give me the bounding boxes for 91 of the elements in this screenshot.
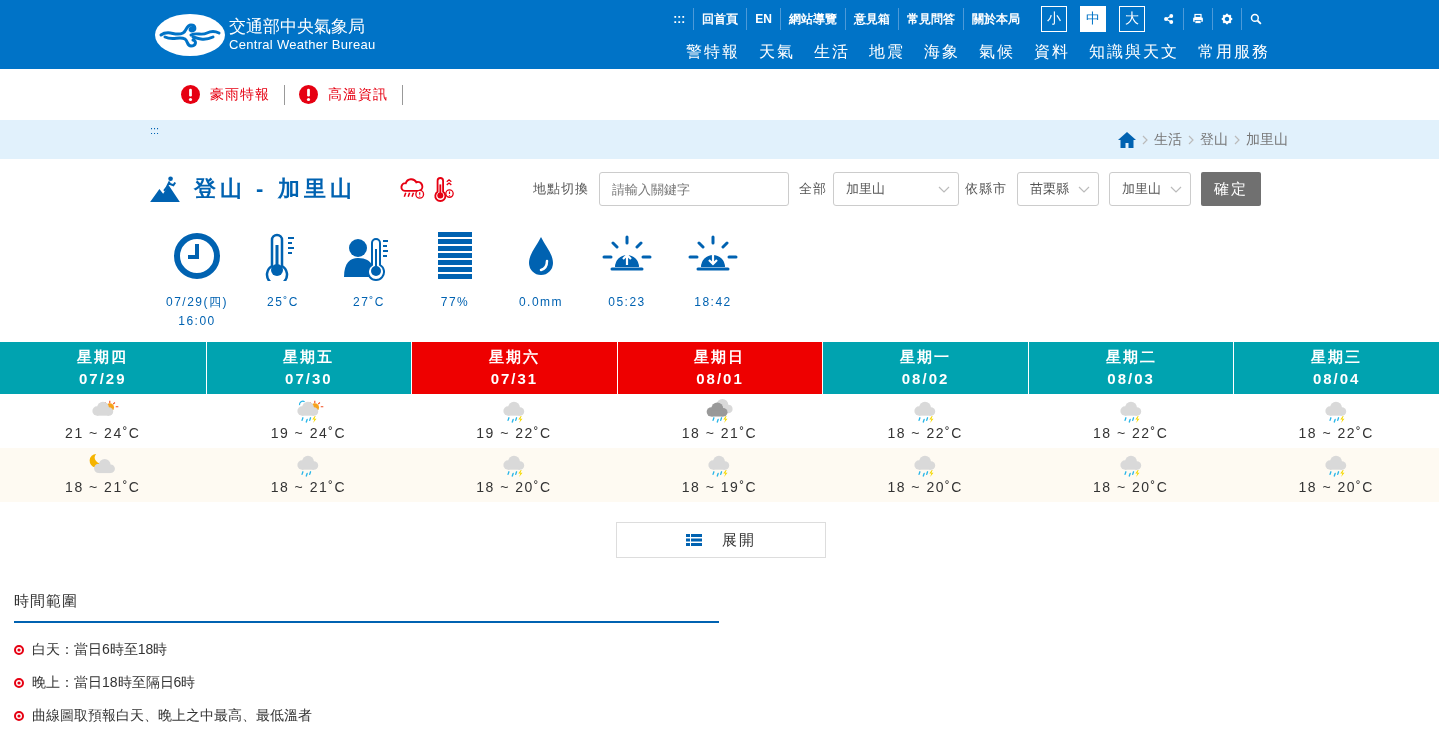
day-header: 星期三 08/04 bbox=[1233, 342, 1439, 394]
breadcrumb-link[interactable]: 登山 bbox=[1200, 130, 1228, 149]
location-select[interactable]: 加里山 bbox=[1109, 172, 1191, 206]
nav-link[interactable]: 常用服務 bbox=[1187, 38, 1278, 64]
nav-link[interactable]: 天氣 bbox=[748, 38, 803, 64]
nav-link[interactable]: 資料 bbox=[1023, 38, 1078, 64]
keyword-field[interactable]: 請輸入關鍵字 bbox=[599, 172, 789, 206]
chevron-icon bbox=[1078, 185, 1090, 193]
utility-link[interactable]: 常見問答 bbox=[898, 8, 963, 30]
temperature-text: 18 ~ 22˚C bbox=[1092, 425, 1169, 441]
utility-link[interactable]: EN bbox=[746, 8, 780, 30]
location-select[interactable]: 苗栗縣 bbox=[1017, 172, 1099, 206]
search-icon[interactable] bbox=[1250, 13, 1262, 25]
logo-icon[interactable] bbox=[155, 12, 225, 57]
climber-icon bbox=[150, 176, 180, 202]
temperature-text: 19 ~ 24˚C bbox=[270, 425, 347, 441]
font-size-button[interactable]: 大 bbox=[1119, 6, 1145, 32]
temperature-text: 19 ~ 22˚C bbox=[476, 425, 552, 441]
section-title: 時間範圍 bbox=[14, 592, 719, 623]
page-title: 登山 - 加里山 bbox=[194, 175, 357, 203]
reading-text: 07/29(四) 16:00 bbox=[166, 294, 228, 330]
temperature-text: 18 ~ 21˚C bbox=[270, 479, 347, 495]
reading-text: 27˚C bbox=[353, 294, 385, 311]
chevron-icon bbox=[1188, 134, 1194, 145]
nav-link[interactable]: 地震 bbox=[858, 38, 913, 64]
utility-link[interactable]: 意見箱 bbox=[845, 8, 898, 30]
bullet-icon bbox=[14, 677, 24, 688]
nav-link[interactable]: 警特報 bbox=[675, 38, 748, 64]
font-size-button[interactable]: 中 bbox=[1080, 6, 1106, 32]
field-label: 依縣市 bbox=[965, 180, 1007, 198]
nav-link[interactable]: 海象 bbox=[913, 38, 968, 64]
chevron-icon bbox=[1142, 134, 1148, 145]
day-header: 星期六 07/31 bbox=[411, 342, 617, 394]
alert-link[interactable]: 高溫資訊 bbox=[328, 85, 388, 104]
font-size-button[interactable]: 小 bbox=[1041, 6, 1067, 32]
chevron-icon bbox=[1234, 134, 1240, 145]
bullet-icon bbox=[14, 644, 24, 655]
temperature-text: 18 ~ 19˚C bbox=[681, 479, 758, 495]
bullet-icon bbox=[14, 710, 24, 721]
day-header: 星期四 07/29 bbox=[0, 342, 206, 394]
nav-link[interactable]: 氣候 bbox=[968, 38, 1023, 64]
nav-link[interactable]: 知識與天文 bbox=[1078, 38, 1187, 64]
temperature-text: 18 ~ 21˚C bbox=[681, 425, 758, 441]
nav-link[interactable]: 生活 bbox=[803, 38, 858, 64]
breadcrumb-current: 加里山 bbox=[1246, 130, 1288, 149]
accesskey-marker: ::: bbox=[150, 123, 160, 138]
print-icon[interactable] bbox=[1192, 13, 1204, 25]
submit-button[interactable]: 確定 bbox=[1201, 172, 1261, 206]
alert-icon bbox=[181, 85, 200, 104]
note-text: 晚上：當日18時至隔日6時 bbox=[32, 673, 196, 692]
temperature-text: 18 ~ 22˚C bbox=[1298, 425, 1374, 441]
note-text: 曲線圖取預報白天、晚上之中最高、最低溫者 bbox=[32, 706, 312, 725]
site-subtitle: Central Weather Bureau bbox=[229, 36, 376, 53]
field-label: 全部 bbox=[799, 180, 827, 198]
day-header: 星期日 08/01 bbox=[616, 342, 823, 394]
temperature-text: 18 ~ 20˚C bbox=[1298, 479, 1374, 495]
list-icon bbox=[686, 534, 702, 546]
reading-text: 0.0mm bbox=[518, 294, 564, 311]
temperature-text: 18 ~ 20˚C bbox=[887, 479, 963, 495]
day-header: 星期一 08/02 bbox=[822, 342, 1028, 394]
share-icon[interactable] bbox=[1163, 13, 1175, 25]
note-text: 白天：當日6時至18時 bbox=[32, 640, 168, 659]
home-icon[interactable] bbox=[1118, 131, 1136, 148]
reading-text: 18:42 bbox=[694, 294, 732, 311]
reading-text: 05:23 bbox=[608, 294, 646, 311]
chevron-icon bbox=[938, 185, 950, 193]
utility-link[interactable]: 回首頁 bbox=[693, 8, 747, 30]
temperature-text: 18 ~ 21˚C bbox=[65, 479, 141, 495]
site-title: 交通部中央氣象局 bbox=[229, 16, 366, 37]
heat-alert-icon bbox=[433, 176, 455, 202]
reading-text: 77% bbox=[440, 294, 470, 311]
day-header: 星期五 07/30 bbox=[205, 342, 412, 394]
temperature-text: 18 ~ 20˚C bbox=[1092, 479, 1169, 495]
alert-link[interactable]: 豪雨特報 bbox=[210, 85, 270, 104]
utility-link[interactable]: 網站導覽 bbox=[780, 8, 845, 30]
rain-alert-icon bbox=[400, 176, 425, 200]
expand-button[interactable]: 展開 bbox=[616, 522, 826, 558]
alert-icon bbox=[299, 85, 318, 104]
settings-icon[interactable] bbox=[1221, 13, 1233, 25]
day-header: 星期二 08/03 bbox=[1027, 342, 1234, 394]
chevron-icon bbox=[1170, 185, 1182, 193]
temperature-text: 21 ~ 24˚C bbox=[65, 425, 141, 441]
clock-icon bbox=[172, 231, 222, 281]
reading-text: 25˚C bbox=[267, 294, 299, 311]
field-label: 地點切換 bbox=[533, 180, 589, 198]
location-select[interactable]: 加里山 bbox=[833, 172, 959, 206]
temperature-text: 18 ~ 20˚C bbox=[476, 479, 552, 495]
temperature-text: 18 ~ 22˚C bbox=[887, 425, 963, 441]
menu-marker[interactable]: ::: bbox=[665, 8, 694, 30]
breadcrumb-link[interactable]: 生活 bbox=[1154, 130, 1182, 149]
utility-link[interactable]: 關於本局 bbox=[963, 8, 1028, 30]
